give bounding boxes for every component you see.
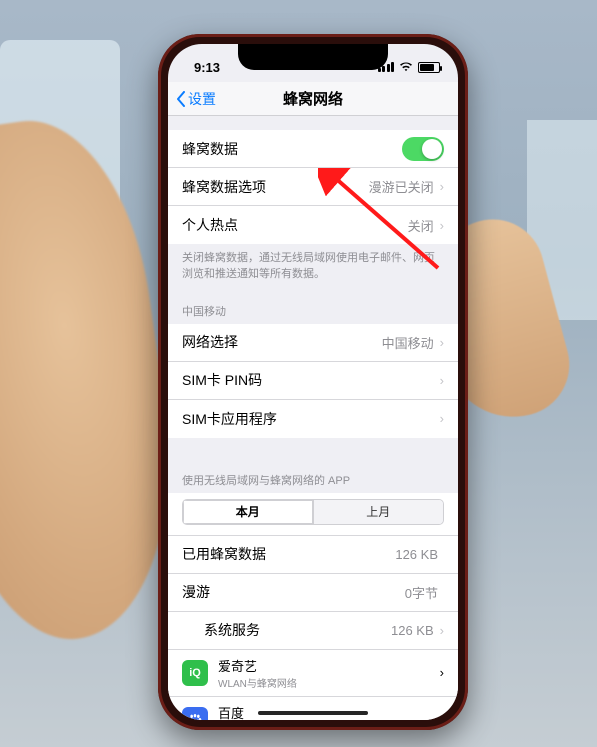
- app-name-iqiyi: 爱奇艺: [218, 656, 440, 675]
- cellular-off-note: 关闭蜂窝数据，通过无线局域网使用电子邮件、网页浏览和推送通知等所有数据。: [168, 244, 458, 293]
- label-used-data: 已用蜂窝数据: [182, 544, 395, 564]
- status-time: 9:13: [194, 60, 220, 75]
- app-row-baidu[interactable]: 百度 WLAN与蜂窝网络 ›: [168, 697, 458, 720]
- chevron-right-icon: ›: [440, 712, 444, 720]
- home-indicator[interactable]: [258, 711, 368, 715]
- row-cellular-options[interactable]: 蜂窝数据选项 漫游已关闭 ›: [168, 168, 458, 206]
- row-used-data[interactable]: 已用蜂窝数据 126 KB: [168, 536, 458, 574]
- value-cellular-options: 漫游已关闭: [369, 177, 434, 196]
- iphone-device-frame: 9:13 设置 蜂窝网络: [158, 34, 468, 730]
- label-sim-apps: SIM卡应用程序: [182, 409, 440, 429]
- notch: [238, 44, 388, 70]
- chevron-right-icon: ›: [440, 373, 444, 388]
- chevron-right-icon: ›: [440, 335, 444, 350]
- value-roaming: 0字节: [405, 583, 438, 602]
- cellular-data-toggle[interactable]: [402, 137, 444, 161]
- nav-bar: 设置 蜂窝网络: [168, 82, 458, 116]
- value-network-select: 中国移动: [382, 333, 434, 352]
- app-row-iqiyi[interactable]: iQ 爱奇艺 WLAN与蜂窝网络 ›: [168, 650, 458, 697]
- battery-icon: [418, 62, 440, 73]
- screen: 9:13 设置 蜂窝网络: [168, 44, 458, 720]
- label-hotspot: 个人热点: [182, 215, 408, 235]
- value-hotspot: 关闭: [408, 216, 434, 235]
- wifi-icon: [399, 62, 413, 72]
- row-roaming[interactable]: 漫游 0字节: [168, 574, 458, 612]
- baidu-app-icon: [182, 707, 208, 720]
- label-network-select: 网络选择: [182, 332, 382, 352]
- label-sim-pin: SIM卡 PIN码: [182, 370, 440, 390]
- chevron-right-icon: ›: [440, 218, 444, 233]
- chevron-right-icon: ›: [440, 411, 444, 426]
- value-system: 126 KB: [391, 623, 434, 638]
- back-button[interactable]: 设置: [176, 82, 216, 115]
- segment-last-month[interactable]: 上月: [314, 500, 444, 524]
- chevron-right-icon: ›: [440, 623, 444, 638]
- segment-this-month[interactable]: 本月: [183, 500, 314, 524]
- carrier-section-header: 中国移动: [168, 293, 458, 324]
- value-used-data: 126 KB: [395, 547, 438, 562]
- row-sim-pin[interactable]: SIM卡 PIN码 ›: [168, 362, 458, 400]
- chevron-right-icon: ›: [440, 179, 444, 194]
- usage-section-header: 使用无线局域网与蜂窝网络的 APP: [168, 462, 458, 493]
- row-sim-apps[interactable]: SIM卡应用程序 ›: [168, 400, 458, 438]
- row-system-services[interactable]: 系统服务 126 KB ›: [168, 612, 458, 650]
- label-roaming: 漫游: [182, 582, 405, 602]
- label-cellular-options: 蜂窝数据选项: [182, 177, 369, 197]
- usage-segment: 本月 上月: [168, 493, 458, 536]
- back-label: 设置: [188, 89, 216, 109]
- row-network-select[interactable]: 网络选择 中国移动 ›: [168, 324, 458, 362]
- chevron-left-icon: [176, 91, 186, 107]
- label-cellular-data: 蜂窝数据: [182, 139, 402, 159]
- chevron-right-icon: ›: [440, 665, 444, 680]
- label-system: 系统服务: [182, 620, 391, 640]
- row-cellular-data[interactable]: 蜂窝数据: [168, 130, 458, 168]
- page-title: 蜂窝网络: [283, 88, 343, 109]
- row-personal-hotspot[interactable]: 个人热点 关闭 ›: [168, 206, 458, 244]
- iqiyi-app-icon: iQ: [182, 660, 208, 686]
- app-sub-iqiyi: WLAN与蜂窝网络: [218, 675, 440, 690]
